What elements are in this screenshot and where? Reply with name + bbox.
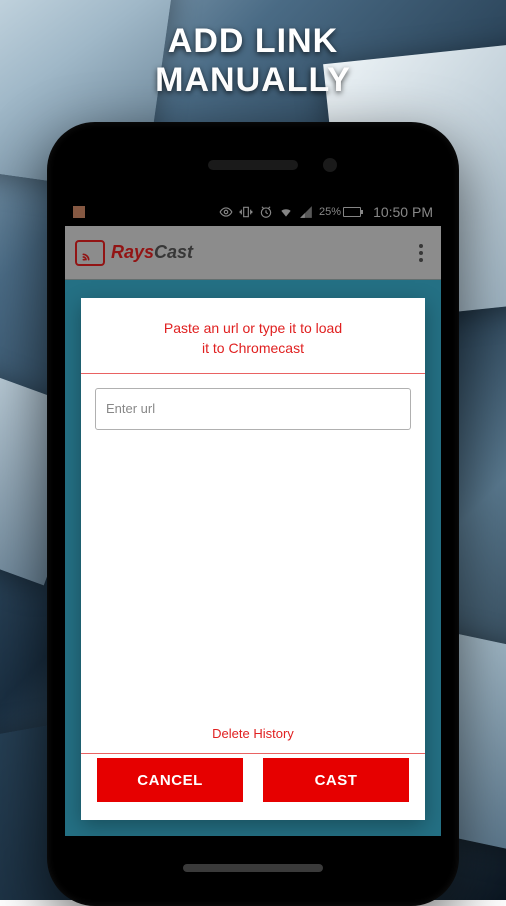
- vibrate-icon: [239, 205, 253, 219]
- promo-headline: ADD LINK MANUALLY: [0, 22, 506, 100]
- cast-button[interactable]: CAST: [263, 758, 409, 802]
- dialog-button-row: CANCEL CAST: [81, 754, 425, 820]
- phone-frame: 25% 10:50 PM RaysCast: [47, 122, 459, 906]
- divider: [81, 373, 425, 374]
- android-statusbar: 25% 10:50 PM: [65, 198, 441, 226]
- divider: [81, 753, 425, 754]
- notification-icon: [73, 206, 85, 218]
- eye-icon: [219, 205, 233, 219]
- url-input[interactable]: [95, 388, 411, 430]
- app-title-suffix: Cast: [154, 242, 193, 263]
- battery-percent: 25%: [319, 206, 341, 218]
- phone-camera: [323, 158, 337, 172]
- phone-screen: 25% 10:50 PM RaysCast: [65, 198, 441, 836]
- promo-headline-line1: ADD LINK: [0, 22, 506, 61]
- dialog-title: Paste an url or type it to load it to Ch…: [81, 298, 425, 373]
- alarm-icon: [259, 205, 273, 219]
- app-title-prefix: Rays: [111, 242, 154, 263]
- phone-speaker: [208, 160, 298, 170]
- cast-icon: [75, 240, 105, 266]
- overflow-menu-button[interactable]: [411, 236, 431, 270]
- battery-indicator: 25%: [319, 206, 361, 218]
- add-link-dialog: Paste an url or type it to load it to Ch…: [81, 298, 425, 820]
- app-bar: RaysCast: [65, 226, 441, 280]
- app-title: RaysCast: [111, 242, 193, 263]
- statusbar-clock: 10:50 PM: [373, 204, 433, 220]
- cancel-button[interactable]: CANCEL: [97, 758, 243, 802]
- wifi-icon: [279, 205, 293, 219]
- delete-history-link[interactable]: Delete History: [81, 716, 425, 753]
- phone-home-indicator: [183, 864, 323, 872]
- signal-icon: [299, 205, 313, 219]
- promo-headline-line2: MANUALLY: [0, 61, 506, 100]
